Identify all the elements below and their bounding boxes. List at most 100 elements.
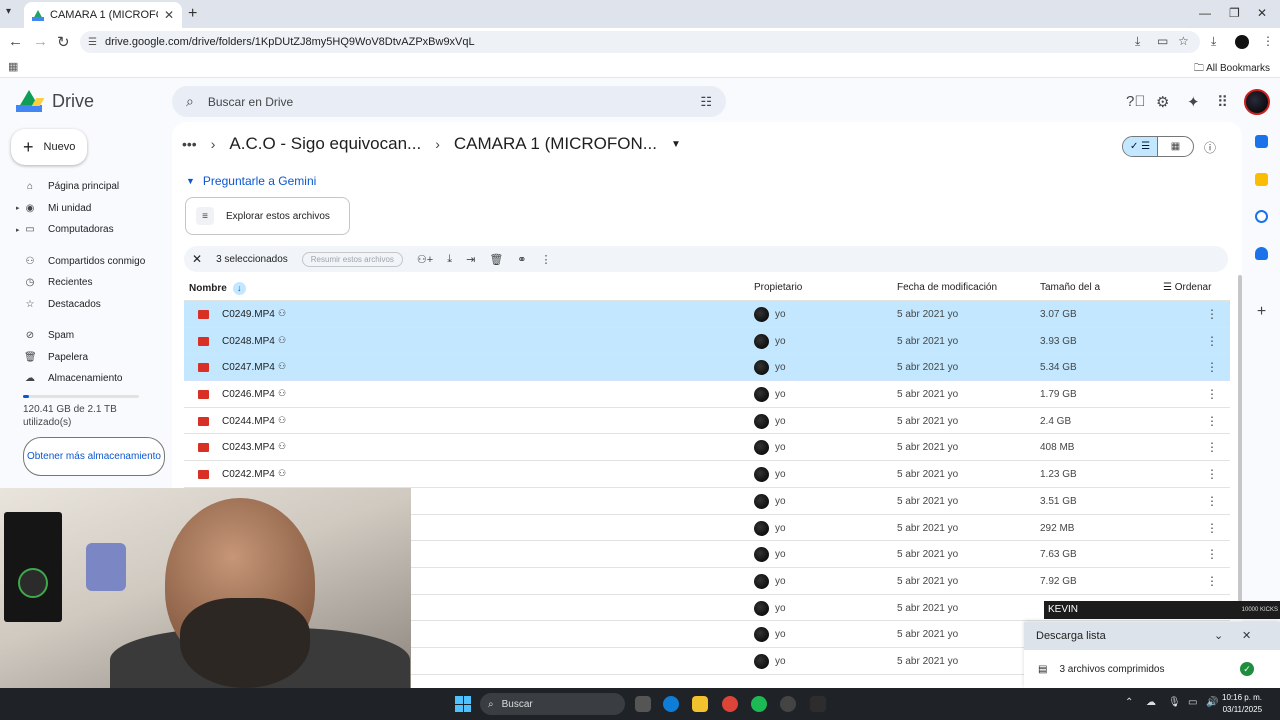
- bookmark-star-icon[interactable]: ☆: [1178, 34, 1189, 48]
- onedrive-icon[interactable]: ☁: [1146, 697, 1156, 708]
- file-row[interactable]: C0247.MP4 ⚇ yo 5 abr 2021 yo 5.34 GB ⋮: [184, 354, 1230, 382]
- file-row[interactable]: C0244.MP4 ⚇ yo 5 abr 2021 yo 2.4 GB ⋮: [184, 408, 1230, 435]
- all-bookmarks[interactable]: 🗀 All Bookmarks: [1194, 61, 1270, 78]
- close-icon[interactable]: ✕: [1242, 629, 1251, 642]
- trash-icon[interactable]: 🗑: [489, 253, 503, 266]
- back-icon[interactable]: ←: [8, 33, 23, 50]
- browser-tab[interactable]: CAMARA 1 (MICROFONO) - Go ✕: [24, 2, 182, 28]
- calendar-icon[interactable]: [1255, 135, 1268, 148]
- keep-icon[interactable]: [1255, 173, 1268, 186]
- column-header-owner[interactable]: Propietario: [754, 282, 802, 293]
- more-actions-icon[interactable]: ⋮: [1206, 334, 1218, 348]
- network-icon[interactable]: ▭: [1188, 697, 1197, 708]
- column-header-modified[interactable]: Fecha de modificación: [897, 282, 997, 293]
- share-icon[interactable]: ⚇+: [417, 253, 433, 266]
- more-actions-icon[interactable]: ⋮: [1206, 494, 1218, 508]
- obs-icon[interactable]: [780, 696, 796, 712]
- more-actions-icon[interactable]: ⋮: [1206, 360, 1218, 374]
- restore-icon[interactable]: ❐: [1229, 6, 1240, 20]
- profile-avatar[interactable]: [1235, 35, 1249, 49]
- download-icon[interactable]: ⤓: [447, 253, 452, 266]
- folder-menu-caret-icon[interactable]: ▼: [671, 139, 681, 150]
- get-more-storage-button[interactable]: Obtener más almacenamiento: [23, 437, 165, 476]
- move-icon[interactable]: ⇥: [466, 253, 475, 266]
- sidebar-item-recent[interactable]: ◷ Recientes: [0, 272, 170, 294]
- reload-icon[interactable]: ↻: [57, 33, 70, 51]
- sidebar-item-home[interactable]: ⌂ Página principal: [0, 176, 170, 198]
- downloads-progress-icon[interactable]: ⤓: [1211, 34, 1216, 49]
- summarize-files-button[interactable]: Resumir estos archivos: [301, 251, 403, 267]
- sidebar-item-computers[interactable]: ▸ ▭ Computadoras: [0, 219, 170, 241]
- sort-arrow-down-icon[interactable]: ↓: [232, 282, 246, 295]
- sidebar-item-trash[interactable]: 🗑 Papelera: [0, 347, 170, 369]
- minimize-icon[interactable]: —: [1199, 6, 1211, 20]
- file-explorer-icon[interactable]: [692, 696, 708, 712]
- sidebar-item-storage[interactable]: ☁ Almacenamiento: [0, 368, 170, 390]
- scrollbar[interactable]: [1238, 275, 1242, 605]
- forward-icon[interactable]: →: [33, 33, 48, 50]
- help-icon[interactable]: ?⃝: [1126, 93, 1146, 110]
- more-actions-icon[interactable]: ⋮: [1206, 574, 1218, 588]
- settings-gear-icon[interactable]: ⚙: [1156, 93, 1169, 111]
- tab-search-icon[interactable]: ▾: [6, 6, 11, 17]
- tray-overflow-icon[interactable]: ⌃: [1125, 697, 1133, 708]
- streamlabs-icon[interactable]: [810, 696, 826, 712]
- download-icon[interactable]: ⤓: [1135, 34, 1140, 49]
- drive-search-box[interactable]: ⌕ Buscar en Drive ☷: [172, 86, 726, 117]
- omnibox[interactable]: ☰ drive.google.com/drive/folders/1KpDUtZ…: [80, 31, 1200, 53]
- edge-icon[interactable]: [663, 696, 679, 712]
- more-actions-icon[interactable]: ⋮: [1206, 414, 1218, 428]
- link-icon[interactable]: ⚭: [517, 253, 526, 266]
- chrome-icon[interactable]: [722, 696, 738, 712]
- tab-close-icon[interactable]: ✕: [164, 8, 174, 22]
- microphone-icon[interactable]: 🎙: [1168, 697, 1181, 708]
- install-app-icon[interactable]: ▭: [1157, 34, 1168, 48]
- search-input[interactable]: Buscar en Drive: [208, 95, 687, 109]
- download-item[interactable]: ▤ 3 archivos comprimidos: [1038, 664, 1165, 675]
- file-row[interactable]: C0248.MP4 ⚇ yo 5 abr 2021 yo 3.93 GB ⋮: [184, 327, 1230, 355]
- file-row[interactable]: C0246.MP4 ⚇ yo 5 abr 2021 yo 1.79 GB ⋮: [184, 381, 1230, 408]
- file-row[interactable]: C0249.MP4 ⚇ yo 5 abr 2021 yo 3.07 GB ⋮: [184, 301, 1230, 328]
- more-actions-icon[interactable]: ⋮: [1206, 440, 1218, 454]
- breadcrumb-parent[interactable]: A.C.O - Sigo equivocan...: [229, 134, 421, 154]
- sidebar-item-starred[interactable]: ☆ Destacados: [0, 294, 170, 316]
- column-header-size[interactable]: Tamaño del a: [1040, 282, 1100, 293]
- breadcrumb-current[interactable]: CAMARA 1 (MICROFON...: [454, 134, 657, 154]
- apps-grid-icon[interactable]: ▦: [8, 60, 18, 73]
- more-actions-icon[interactable]: ⋮: [1206, 307, 1218, 321]
- contacts-icon[interactable]: [1255, 247, 1268, 260]
- search-filter-icon[interactable]: ☷: [700, 94, 712, 110]
- account-avatar[interactable]: [1244, 89, 1270, 115]
- sidebar-item-spam[interactable]: ⊘ Spam: [0, 325, 170, 347]
- start-button-icon[interactable]: [455, 696, 471, 712]
- new-tab-icon[interactable]: +: [188, 5, 197, 23]
- clear-selection-icon[interactable]: ✕: [192, 252, 202, 266]
- grid-view-icon[interactable]: ▦: [1158, 137, 1193, 156]
- sort-options-button[interactable]: ☰ Ordenar: [1163, 282, 1211, 293]
- task-view-icon[interactable]: [635, 696, 651, 712]
- add-addon-icon[interactable]: +: [1255, 304, 1268, 320]
- expand-caret-icon[interactable]: ▸: [16, 204, 20, 212]
- more-actions-icon[interactable]: ⋮: [541, 253, 552, 266]
- file-row[interactable]: C0242.MP4 ⚇ yo 5 abr 2021 yo 1.23 GB ⋮: [184, 461, 1230, 488]
- details-info-icon[interactable]: ⓘ: [1204, 139, 1216, 156]
- window-close-icon[interactable]: ✕: [1257, 6, 1267, 20]
- expand-caret-icon[interactable]: ▸: [16, 226, 20, 234]
- gemini-suggestions-toggle[interactable]: ▼ Preguntarle a Gemini: [186, 174, 316, 188]
- taskbar-clock[interactable]: 10:16 p. m. 03/11/2025: [1222, 692, 1262, 716]
- explore-files-chip[interactable]: ≡ Explorar estos archivos: [185, 197, 350, 235]
- search-icon[interactable]: ⌕: [186, 93, 194, 110]
- column-header-name[interactable]: Nombre ↓: [189, 282, 246, 295]
- spotify-icon[interactable]: [751, 696, 767, 712]
- gemini-sparkle-icon[interactable]: ✦: [1187, 93, 1200, 111]
- sidebar-item-my-drive[interactable]: ▸ ◉ Mi unidad: [0, 198, 170, 220]
- sidebar-item-shared[interactable]: ⚇ Compartidos conmigo: [0, 251, 170, 273]
- list-view-icon[interactable]: ✓ ☰: [1123, 137, 1159, 156]
- breadcrumb-more-icon[interactable]: •••: [182, 136, 197, 152]
- collapse-chevron-icon[interactable]: ⌄: [1214, 629, 1223, 642]
- site-info-icon[interactable]: ☰: [88, 37, 97, 48]
- tasks-icon[interactable]: [1255, 210, 1268, 223]
- file-row[interactable]: C0243.MP4 ⚇ yo 5 abr 2021 yo 408 MB ⋮: [184, 434, 1230, 462]
- new-button[interactable]: + Nuevo: [11, 129, 87, 165]
- chrome-menu-icon[interactable]: ⋮: [1262, 34, 1274, 48]
